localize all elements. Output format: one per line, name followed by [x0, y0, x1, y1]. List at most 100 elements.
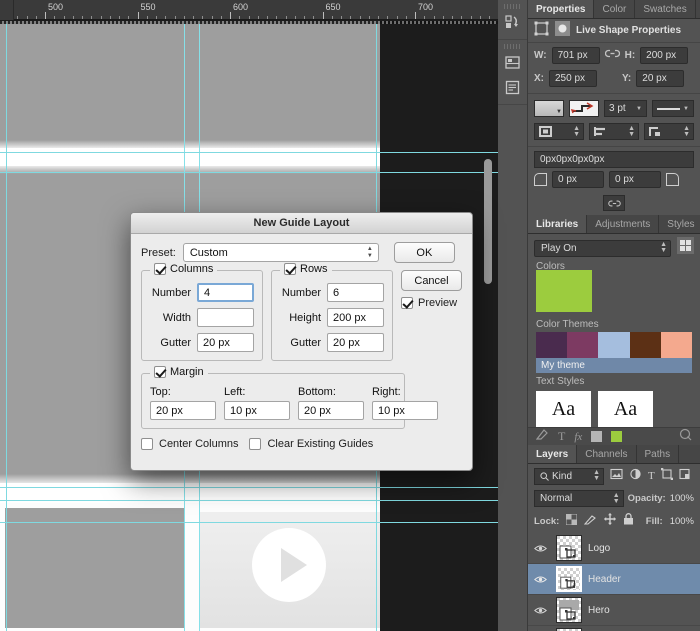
opacity-value[interactable]: 100% — [670, 493, 694, 504]
cancel-button[interactable]: Cancel — [401, 270, 462, 291]
panel-grip[interactable] — [503, 4, 522, 9]
tab-properties[interactable]: Properties — [528, 0, 595, 18]
tab-paths[interactable]: Paths — [636, 445, 680, 463]
horizontal-ruler[interactable]: 50055060065070075080085090095010001050 — [0, 0, 498, 20]
margin-bottom-input[interactable]: 20 px — [298, 401, 364, 420]
clear-existing-guides-checkbox[interactable] — [249, 438, 262, 450]
corner-left-input[interactable]: 0 px — [552, 171, 604, 188]
columns-width-input[interactable] — [197, 308, 254, 327]
columns-gutter-input[interactable]: 20 px — [197, 333, 254, 352]
add-text-icon[interactable]: T — [558, 429, 565, 444]
notes-icon[interactable] — [501, 75, 525, 99]
layer-thumbnail[interactable] — [556, 597, 582, 623]
lock-transparent-pixels-icon[interactable] — [565, 512, 578, 530]
rows-number-input[interactable]: 6 — [327, 283, 384, 302]
guide-horizontal[interactable] — [0, 152, 498, 153]
guide-horizontal[interactable] — [0, 500, 498, 501]
layer-comps-icon[interactable] — [501, 50, 525, 74]
ok-button[interactable]: OK — [393, 242, 455, 263]
add-background-color-icon[interactable] — [611, 431, 623, 442]
fill-value[interactable]: 100% — [670, 516, 694, 527]
libraries-color-themes-label: Color Themes — [536, 319, 599, 330]
margin-left-input[interactable]: 10 px — [224, 401, 290, 420]
corner-right-input[interactable]: 0 px — [609, 171, 661, 188]
columns-checkbox[interactable] — [154, 263, 166, 275]
mask-thumbnail-icon[interactable] — [555, 20, 570, 41]
add-layer-style-icon[interactable]: fx — [574, 431, 582, 443]
text-style-card[interactable]: Aa — [536, 391, 591, 427]
add-graphic-icon[interactable] — [535, 428, 549, 446]
adjustment-filter-icon[interactable] — [629, 467, 642, 485]
pixel-filter-icon[interactable] — [610, 467, 623, 485]
tab-adjustments[interactable]: Adjustments — [587, 215, 660, 233]
link-corner-radii-button[interactable] — [603, 195, 625, 211]
stroke-corner-select[interactable]: ▲ ▼ — [644, 123, 694, 140]
tab-swatches[interactable]: Swatches — [635, 0, 696, 18]
lock-all-icon[interactable] — [623, 512, 634, 530]
history-icon[interactable] — [501, 10, 525, 34]
library-view-grid-icon[interactable] — [677, 237, 694, 259]
shape-filter-icon[interactable] — [660, 467, 673, 485]
tab-libraries[interactable]: Libraries — [528, 215, 588, 233]
layer-visibility-toggle[interactable] — [530, 544, 550, 553]
x-input[interactable]: 250 px — [549, 70, 597, 87]
type-filter-icon[interactable]: T — [648, 470, 655, 482]
canvas-scrollbar-thumb[interactable] — [484, 159, 492, 284]
layer-row-header[interactable]: Header — [528, 564, 700, 595]
rows-height-input[interactable]: 200 px — [327, 308, 384, 327]
new-guide-layout-dialog[interactable]: New Guide Layout Preset: Custom ▲ ▼ OK Co… — [130, 212, 473, 471]
tab-color[interactable]: Color — [594, 0, 636, 18]
guide-vertical[interactable] — [6, 21, 7, 631]
layer-row-hero[interactable]: Hero — [528, 595, 700, 626]
guide-horizontal[interactable] — [0, 487, 498, 488]
stroke-align-select[interactable]: ▲ ▼ — [534, 123, 584, 140]
tab-channels[interactable]: Channels — [577, 445, 637, 463]
canvas-scrollbar-track[interactable] — [484, 24, 495, 631]
layer-thumbnail[interactable] — [556, 566, 582, 592]
stroke-cap-select[interactable]: ▲ ▼ — [589, 123, 639, 140]
library-select[interactable]: Play On ▲ ▼ — [534, 239, 671, 257]
guide-horizontal[interactable] — [0, 172, 498, 173]
corner-radius-summary[interactable]: 0px0px0px0px — [534, 151, 694, 168]
width-input[interactable]: 701 px — [551, 46, 600, 64]
link-wh-icon[interactable] — [604, 46, 620, 64]
margin-top-input[interactable]: 20 px — [150, 401, 216, 420]
y-input[interactable]: 20 px — [636, 70, 685, 87]
preview-checkbox[interactable] — [401, 297, 413, 309]
ruler-tick-minor — [350, 16, 352, 19]
library-color-asset[interactable] — [536, 270, 592, 312]
stroke-color-swatch[interactable] — [569, 100, 599, 117]
tab-layers[interactable]: Layers — [528, 445, 578, 463]
lock-image-pixels-icon[interactable] — [584, 512, 597, 530]
layer-row-nav[interactable]: Nav — [528, 626, 700, 631]
preset-select[interactable]: Custom ▲ ▼ — [182, 243, 379, 262]
lock-position-icon[interactable] — [604, 512, 617, 530]
rows-gutter-input[interactable]: 20 px — [327, 333, 384, 352]
add-foreground-color-icon[interactable] — [591, 431, 603, 442]
layer-visibility-toggle[interactable] — [530, 575, 550, 584]
blend-mode-select[interactable]: Normal ▲ ▼ — [534, 490, 624, 507]
layer-visibility-toggle[interactable] — [530, 606, 550, 615]
height-input[interactable]: 200 px — [640, 46, 689, 64]
margin-right-input[interactable]: 10 px — [372, 401, 438, 420]
stroke-style-picker[interactable]: ▼ — [652, 100, 694, 117]
delete-icon[interactable] — [679, 428, 692, 446]
color-theme-swatches[interactable] — [536, 332, 693, 358]
smart-object-filter-icon[interactable] — [679, 467, 691, 485]
fill-color-swatch[interactable]: ▼ — [534, 100, 564, 117]
margin-checkbox[interactable] — [154, 366, 166, 378]
panel-grip[interactable] — [503, 44, 522, 49]
center-columns-checkbox[interactable] — [141, 438, 153, 450]
layer-filter-kind-select[interactable]: Kind ▲ ▼ — [534, 467, 604, 485]
guide-horizontal[interactable] — [0, 522, 498, 523]
stroke-weight-input[interactable]: 3 pt ▼ — [604, 100, 647, 117]
rows-gutter-label: Gutter — [290, 336, 321, 349]
layer-row-logo[interactable]: Logo — [528, 533, 700, 564]
layer-thumbnail[interactable] — [556, 535, 582, 561]
tab-styles[interactable]: Styles — [659, 215, 700, 233]
rows-checkbox[interactable] — [284, 263, 296, 275]
rows-legend: Rows — [280, 263, 332, 275]
ruler-tick-minor — [82, 16, 83, 19]
columns-number-input[interactable]: 4 — [197, 283, 254, 302]
text-style-card[interactable]: Aa — [598, 391, 653, 427]
